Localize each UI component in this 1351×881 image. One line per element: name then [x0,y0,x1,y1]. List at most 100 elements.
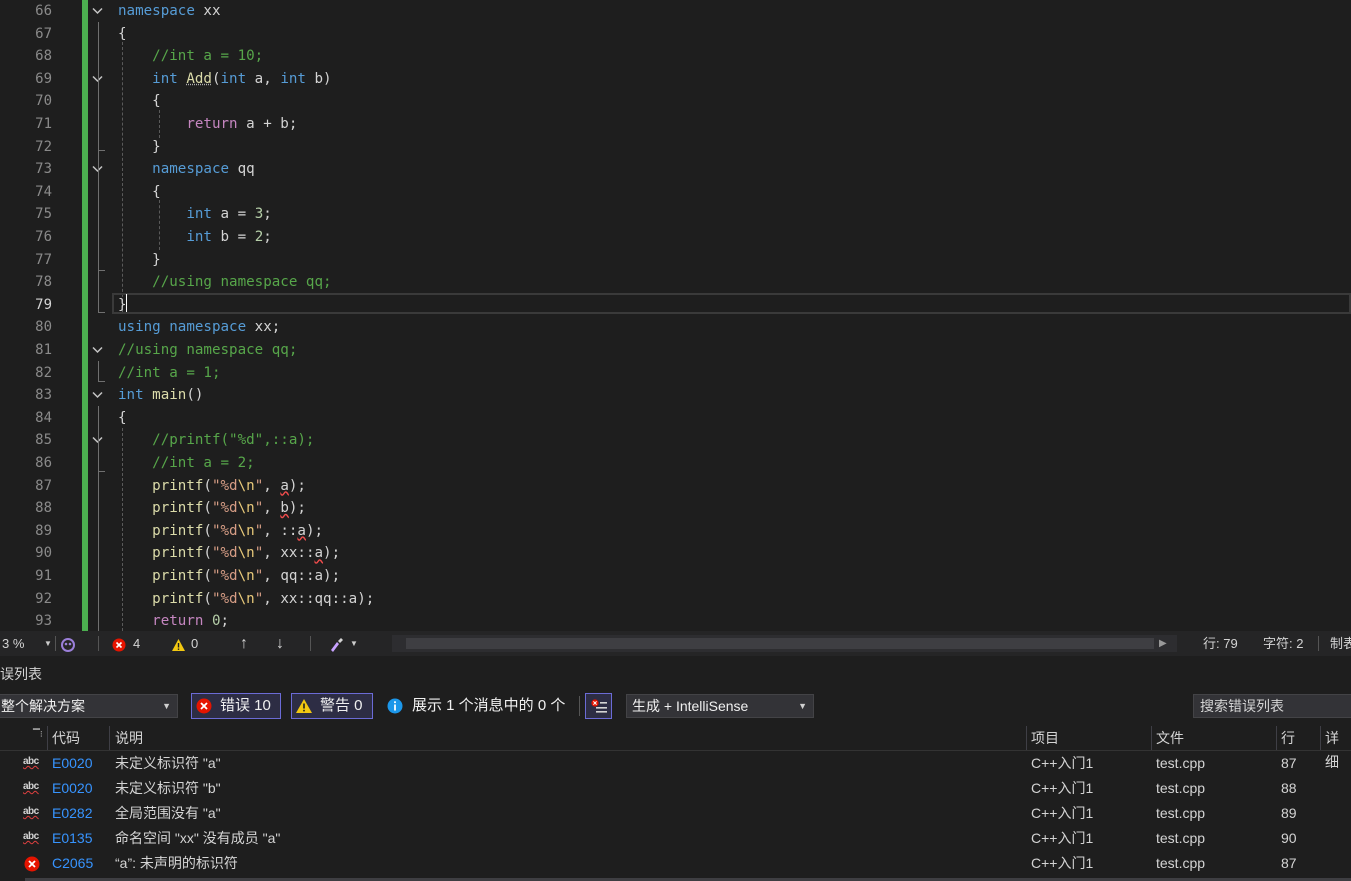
code-line[interactable]: //int a = 1; [118,362,221,385]
filter-toggle-button[interactable] [585,693,612,719]
code-cleanup-brush-icon[interactable] [328,631,344,656]
error-description: 未定义标识符 "a" [115,755,221,771]
scope-dropdown[interactable]: 整个解决方案 ▼ [0,694,178,718]
code-line[interactable]: using namespace xx; [118,316,280,339]
next-issue-arrow-icon[interactable]: ↓ [276,631,284,656]
fold-chevron-icon[interactable] [90,0,104,23]
copilot-icon[interactable] [60,631,76,656]
code-token: " [254,522,264,539]
horizontal-scrollbar[interactable] [392,635,1177,652]
error-code-link[interactable]: E0020 [52,751,92,776]
code-line[interactable]: printf("%d\n", ::a); [118,520,323,543]
fold-chevron-icon[interactable] [90,339,104,362]
header-detail[interactable]: 详细 [1325,726,1351,770]
header-project[interactable]: 项目 [1031,726,1059,750]
source-filter-dropdown[interactable]: 生成 + IntelliSense ▼ [626,694,814,718]
status-warning-icon[interactable] [171,631,186,656]
code-token: namespace [118,161,230,178]
error-row[interactable]: abc E0135 命名空间 "xx" 没有成员 "a" C++入门1 test.cpp… [0,826,1351,851]
chevron-down-icon: ▼ [798,701,807,711]
line-number: 89 [35,522,52,539]
code-line[interactable]: namespace qq [118,158,255,181]
char-indicator[interactable]: 字符: 2 [1263,631,1303,656]
code-token: int [118,70,178,87]
error-file: test.cpp [1156,805,1206,821]
messages-filter-button[interactable]: 展示 1 个消息中的 0 个 [384,693,574,719]
error-list-panel: 误列表 整个解决方案 ▼ 错误 10 警告 0 展示 1 个消息中的 0 个 生… [0,656,1351,881]
header-code[interactable]: 代码 [52,726,80,750]
code-token: () [186,387,204,404]
code-line[interactable]: printf("%d\n", a); [118,475,306,498]
error-row[interactable]: C2065 “a”: 未声明的标识符 C++入门1 test.cpp 87 [0,851,1351,876]
code-line[interactable]: return 0; [118,610,229,631]
previous-issue-arrow-icon[interactable]: ↑ [240,631,248,656]
code-line[interactable]: namespace xx [118,0,221,23]
code-line[interactable]: } [118,294,127,317]
code-line[interactable]: printf("%d\n", b); [118,497,306,520]
line-indicator[interactable]: 行: 79 [1203,631,1238,656]
status-warning-count[interactable]: 0 [191,631,198,656]
fold-chevron-icon[interactable] [90,384,104,407]
code-line[interactable]: return a + b; [118,113,297,136]
scroll-right-icon[interactable]: ▶ [1159,631,1167,656]
error-code-link[interactable]: E0020 [52,776,92,801]
error-row[interactable]: abc E0020 未定义标识符 "a" C++入门1 test.cpp 87 [0,751,1351,776]
fold-chevron-icon[interactable] [90,158,104,181]
code-line[interactable]: { [118,407,127,430]
code-token: ( [203,568,212,584]
code-editor[interactable]: 66 67 68 69 70 71 72 73 74 75 76 77 78 79 80 81 82 83 84 85… [0,0,1351,631]
error-row[interactable]: abc E0020 未定义标识符 "b" C++入门1 test.cpp 88 [0,776,1351,801]
zoom-level[interactable]: 3 % [2,631,24,656]
fold-chevron-icon[interactable] [90,68,104,91]
intellisense-error-icon: abc [23,781,39,792]
status-error-count[interactable]: 4 [133,631,140,656]
line-number: 79 [35,296,52,313]
code-token: //int a = 1; [118,364,221,381]
code-line[interactable]: int main() [118,384,203,407]
code-line[interactable]: //using namespace qq; [118,271,331,294]
code-token: "%d [211,477,238,494]
code-token: ( [203,545,212,562]
code-line[interactable]: int Add(int a, int b) [118,68,331,91]
code-line[interactable]: printf("%d\n", xx::qq::a); [118,588,374,611]
tab-mode-indicator[interactable]: 制表 [1330,631,1351,656]
code-token: \n [237,545,255,562]
code-token: , qq::a); [263,568,341,584]
code-line[interactable]: } [118,136,161,159]
code-line[interactable]: //printf("%d",::a); [118,429,314,452]
fold-chevron-icon[interactable] [90,429,104,452]
sort-column-icon[interactable]: ▔⁝ [33,722,43,746]
error-search-input[interactable]: 搜索错误列表 [1193,694,1351,718]
code-token: " [254,568,264,584]
code-line[interactable]: printf("%d\n", qq::a); [118,565,340,588]
zoom-dropdown-icon[interactable]: ▼ [44,631,52,656]
warnings-filter-button[interactable]: 警告 0 [291,693,373,719]
code-line[interactable]: printf("%d\n", xx::a); [118,542,340,565]
code-line[interactable]: } [118,249,161,272]
code-line[interactable]: //using namespace qq; [118,339,297,362]
code-line[interactable]: { [118,181,161,204]
errors-filter-button[interactable]: 错误 10 [191,693,281,719]
header-file[interactable]: 文件 [1156,726,1184,750]
error-line-number: 89 [1281,805,1297,821]
error-row[interactable]: abc E0282 全局范围没有 "a" C++入门1 test.cpp 89 [0,801,1351,826]
line-number: 77 [35,251,52,268]
code-line[interactable]: { [118,90,161,113]
cleanup-dropdown-icon[interactable]: ▼ [350,631,358,656]
header-description[interactable]: 说明 [115,726,143,750]
code-line[interactable]: //int a = 10; [118,45,263,68]
status-error-icon[interactable] [112,631,126,656]
code-line[interactable]: //int a = 2; [118,452,255,475]
error-code-link[interactable]: E0282 [52,801,92,826]
error-code-link[interactable]: E0135 [52,826,92,851]
line-number: 74 [35,183,52,200]
code-token: printf [118,522,204,539]
code-line[interactable]: { [118,23,127,46]
header-line[interactable]: 行 [1281,726,1295,750]
code-token: int [118,229,212,245]
error-code-link[interactable]: C2065 [52,851,93,876]
messages-filter-label: 展示 1 个消息中的 0 个 [412,697,566,714]
code-line[interactable]: int a = 3; [118,203,271,226]
code-line[interactable]: int b = 2; [118,226,271,249]
